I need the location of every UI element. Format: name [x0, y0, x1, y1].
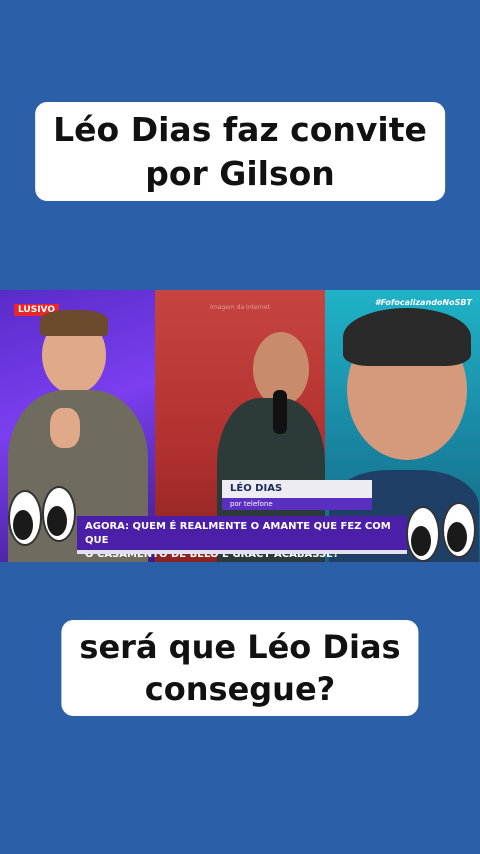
- eyes-emoji-left-icon: [6, 486, 78, 560]
- guest-hair: [343, 308, 471, 366]
- ticker-line1: AGORA: QUEM É REALMENTE O AMANTE QUE FEZ…: [85, 521, 391, 546]
- image-watermark: Imagem da Internet: [210, 304, 270, 311]
- top-caption-line1: Léo Dias faz convite: [53, 110, 427, 149]
- presenter-hand: [50, 408, 80, 448]
- bottom-caption: será que Léo Dias consegue?: [61, 620, 419, 717]
- presenter-hair: [40, 310, 108, 336]
- lower-third-subtitle: por telefone: [222, 498, 372, 510]
- lower-third-name: LÉO DIAS: [222, 480, 372, 498]
- ticker-progress-bar: [77, 550, 407, 554]
- news-ticker: AGORA: QUEM É REALMENTE O AMANTE QUE FEZ…: [77, 516, 407, 560]
- microphone-icon: [273, 390, 287, 434]
- bottom-caption-line1: será que Léo Dias: [79, 628, 401, 666]
- top-caption: Léo Dias faz convite por Gilson: [35, 102, 445, 202]
- bottom-caption-line2: consegue?: [144, 670, 336, 709]
- eyes-emoji-right-icon: [404, 502, 478, 576]
- top-caption-line2: por Gilson: [145, 153, 335, 193]
- show-hashtag: #FofocalizandoNoSBT: [375, 298, 472, 307]
